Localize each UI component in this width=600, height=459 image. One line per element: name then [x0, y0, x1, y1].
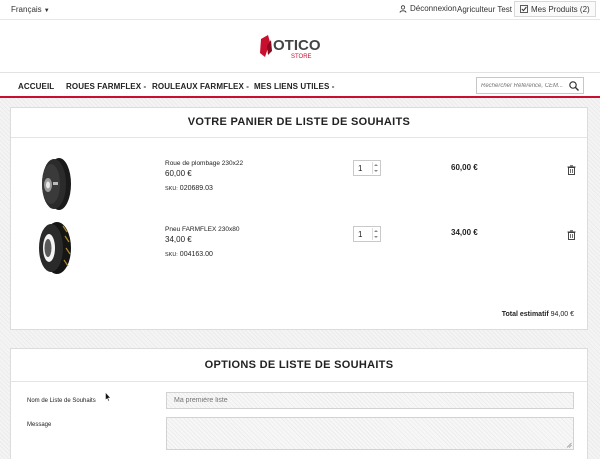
nav-item-home[interactable]: ACCUEIL	[18, 82, 54, 91]
logo-text: OTICO	[273, 37, 321, 54]
resize-handle-icon[interactable]	[566, 442, 572, 448]
logo-subtext: STORE	[291, 54, 312, 60]
divider	[11, 137, 587, 138]
wishlist-name-field-wrap	[166, 392, 574, 409]
my-products-button[interactable]: Mes Produits (2)	[514, 1, 596, 17]
quantity-value: 1	[358, 164, 363, 173]
nav-item-farmflex-wheels[interactable]: ROUES FARMFLEX -	[66, 82, 146, 91]
wishlist-options-panel: OPTIONS DE LISTE DE SOUHAITS Nom de List…	[10, 348, 588, 459]
line-total: 60,00 €	[451, 163, 478, 172]
total-label: Total estimatif	[501, 311, 549, 318]
wishlist-name-label: Nom de Liste de Souhaits	[27, 398, 96, 404]
product-image-weight-wheel[interactable]	[34, 156, 76, 212]
logout-link[interactable]: Déconnexion	[399, 4, 457, 13]
trash-icon[interactable]	[567, 165, 576, 175]
mouse-cursor-icon	[105, 392, 111, 402]
user-icon	[399, 4, 407, 13]
message-textarea[interactable]	[166, 417, 574, 450]
top-bar: Français ▼ Déconnexion Agriculteur Test M…	[0, 0, 600, 20]
caret-down-icon: ▼	[43, 8, 50, 14]
logout-label: Déconnexion	[410, 4, 457, 13]
line-total: 34,00 €	[451, 228, 478, 237]
header: OTICO STORE	[0, 20, 600, 72]
sku-label: SKU:	[165, 186, 178, 192]
product-sku: SKU: 004163.00	[165, 251, 213, 258]
user-name[interactable]: Agriculteur Test	[457, 5, 512, 14]
wishlist-cart-panel: VOTRE PANIER DE LISTE DE SOUHAITS Roue d…	[10, 107, 588, 330]
language-selector[interactable]: Français ▼	[11, 5, 50, 14]
quantity-stepper[interactable]: 1	[353, 226, 381, 242]
wishlist-name-input[interactable]	[167, 393, 573, 408]
estimated-total: Total estimatif 94,00 €	[502, 311, 574, 318]
search-input[interactable]	[477, 78, 567, 93]
message-label: Message	[27, 422, 52, 428]
spinner-arrows-icon[interactable]	[372, 228, 379, 240]
my-products-label: Mes Produits (2)	[531, 4, 590, 14]
otico-store-logo[interactable]: OTICO STORE	[258, 33, 342, 61]
spinner-arrows-icon[interactable]	[372, 162, 379, 174]
cart-title: VOTRE PANIER DE LISTE DE SOUHAITS	[187, 116, 411, 128]
sku-value: 004163.00	[179, 251, 213, 258]
divider	[11, 381, 587, 382]
product-name[interactable]: Pneu FARMFLEX 230x80	[165, 226, 239, 233]
product-price: 34,00 €	[165, 235, 192, 244]
quantity-stepper[interactable]: 1	[353, 160, 381, 176]
nav-item-useful-links[interactable]: MES LIENS UTILES -	[254, 82, 334, 91]
product-sku: SKU: 020689.03	[165, 185, 213, 192]
nav-item-farmflex-rollers[interactable]: ROULEAUX FARMFLEX -	[152, 82, 249, 91]
main-nav: ACCUEIL ROUES FARMFLEX - ROULEAUX FARMFL…	[0, 72, 600, 98]
options-title: OPTIONS DE LISTE DE SOUHAITS	[204, 359, 394, 371]
product-price: 60,00 €	[165, 169, 192, 178]
trash-icon[interactable]	[567, 230, 576, 240]
sku-label: SKU:	[165, 252, 178, 258]
product-name[interactable]: Roue de plombage 230x22	[165, 160, 243, 167]
total-value: 94,00 €	[550, 311, 574, 318]
search-icon[interactable]	[568, 80, 580, 92]
checkbox-icon	[520, 5, 528, 13]
language-label: Français	[11, 5, 42, 14]
search-box	[476, 77, 584, 94]
quantity-value: 1	[358, 230, 363, 239]
product-image-farmflex-tire[interactable]	[33, 220, 75, 276]
sku-value: 020689.03	[179, 185, 213, 192]
